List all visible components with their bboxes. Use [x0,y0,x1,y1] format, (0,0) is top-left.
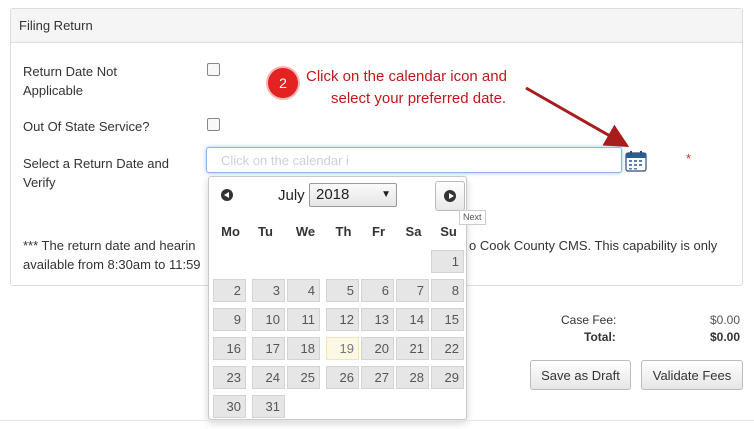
calendar-day[interactable]: 24 [252,366,285,389]
calendar-day[interactable]: 25 [287,366,320,389]
case-fee-value: $0.00 [710,313,741,327]
select-date-label-line1: Select a Return Date and [23,156,169,171]
return-date-na-label-line1: Return Date Not [23,64,117,79]
calendar-day[interactable]: 5 [326,279,359,302]
calendar-day[interactable]: 13 [361,308,394,331]
calendar-day[interactable]: 20 [361,337,394,360]
weekday-label: Tu [258,224,273,239]
calendar-day[interactable]: 15 [431,308,464,331]
case-fee-label: Case Fee: [561,313,617,327]
next-tooltip: Next [459,210,486,225]
calendar-day[interactable]: 10 [252,308,285,331]
calendar-day[interactable]: 1 [431,250,464,273]
calendar-day[interactable]: 6 [361,279,394,302]
return-date-na-label: Return Date Not Applicable [23,62,117,100]
weekday-label: Th [335,224,352,239]
calendar-day[interactable]: 26 [326,366,359,389]
notice-text-line1-start: *** The return date and hearin [23,238,196,253]
panel-title: Filing Return [11,9,742,43]
calendar-day[interactable]: 28 [396,366,429,389]
annotation-arrow-icon [525,86,630,147]
calendar-day[interactable]: 11 [287,308,320,331]
divider [0,420,754,421]
prev-month-button[interactable] [213,181,243,211]
weekday-label: Sa [405,224,422,239]
year-select[interactable]: 2018 ▼ [309,183,397,207]
notice-text-line2-start: available from 8:30am to 11:59 [23,257,201,272]
out-of-state-checkbox[interactable] [207,118,220,131]
total-label: Total: [584,330,616,344]
calendar-day[interactable]: 4 [287,279,320,302]
step-number-badge: 2 [268,68,298,98]
calendar-day[interactable]: 14 [396,308,429,331]
select-date-label-line2: Verify [23,175,56,190]
weekday-label: Su [440,224,457,239]
calendar-day[interactable]: 9 [213,308,246,331]
return-date-input-placeholder: Click on the calendar i [221,153,349,168]
out-of-state-label: Out Of State Service? [23,119,150,134]
annotation-line2: select your preferred date. [331,90,507,107]
chevron-down-icon: ▼ [381,189,391,200]
calendar-day[interactable]: 17 [252,337,285,360]
calendar-day[interactable]: 18 [287,337,320,360]
save-as-draft-button[interactable]: Save as Draft [530,360,631,390]
notice-text-line1-end: o Cook County CMS. This capability is on… [469,238,718,253]
datepicker-month: July [278,187,305,204]
calendar-day[interactable]: 21 [396,337,429,360]
return-date-na-label-line2: Applicable [23,83,83,98]
calendar-day[interactable]: 12 [326,308,359,331]
calendar-day[interactable]: 29 [431,366,464,389]
calendar-day[interactable]: 8 [431,279,464,302]
calendar-day[interactable]: 27 [361,366,394,389]
year-select-value: 2018 [316,186,350,203]
weekday-label: Mo [221,224,240,239]
weekday-label: Fr [372,224,385,239]
calendar-day[interactable]: 2 [213,279,246,302]
weekday-label: We [295,224,316,239]
total-value: $0.00 [710,330,741,344]
calendar-day[interactable]: 23 [213,366,246,389]
calendar-day[interactable]: 16 [213,337,246,360]
next-month-button[interactable] [435,181,465,211]
select-date-label: Select a Return Date and Verify [23,154,169,192]
datepicker-popup: July 2018 ▼ Mo Tu We Th Fr Sa Su 1 2 3 4 5 6 7 8 9 10 11… [208,176,467,420]
validate-fees-button[interactable]: Validate Fees [641,360,743,390]
calendar-day[interactable]: 7 [396,279,429,302]
calendar-day[interactable]: 31 [252,395,285,418]
calendar-day[interactable]: 19 [326,337,359,360]
return-date-na-checkbox[interactable] [207,63,220,76]
required-marker: * [686,151,692,166]
calendar-day[interactable]: 3 [252,279,285,302]
calendar-day[interactable]: 30 [213,395,246,418]
annotation-line1: Click on the calendar icon and [306,68,507,85]
calendar-day[interactable]: 22 [431,337,464,360]
